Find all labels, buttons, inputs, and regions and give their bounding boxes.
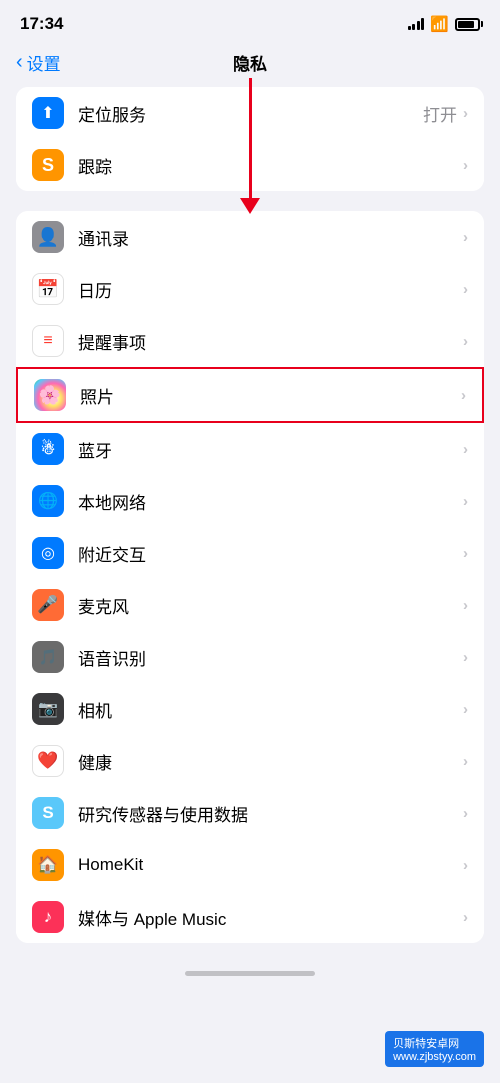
research-row[interactable]: S 研究传感器与使用数据 ›	[16, 787, 484, 839]
location-services-value: 打开	[423, 101, 457, 126]
calendar-icon: 📅	[32, 273, 64, 305]
local-network-icon: 🌐	[32, 485, 64, 517]
tracking-label: 跟踪	[78, 153, 463, 178]
local-network-label: 本地网络	[78, 489, 463, 514]
watermark-url: www.zjbstyy.com	[393, 1051, 476, 1063]
chevron-icon: ›	[463, 649, 468, 666]
microphone-row[interactable]: 🎤 麦克风 ›	[16, 579, 484, 631]
speech-recognition-row[interactable]: 🎵 语音识别 ›	[16, 631, 484, 683]
nearby-interaction-row[interactable]: ◎ 附近交互 ›	[16, 527, 484, 579]
data-access-group: 👤 通讯录 › 📅 日历 › ≡ 提醒事项 › 🌸 照片 › ☃ 蓝牙 › �	[16, 211, 484, 943]
tracking-row[interactable]: S 跟踪 ›	[16, 139, 484, 191]
calendar-label: 日历	[78, 277, 463, 302]
health-icon: ❤️	[32, 745, 64, 777]
chevron-icon: ›	[463, 701, 468, 718]
speech-recognition-label: 语音识别	[78, 645, 463, 670]
home-indicator	[0, 963, 500, 980]
photos-label: 照片	[80, 383, 461, 408]
media-music-label: 媒体与 Apple Music	[78, 905, 463, 930]
contacts-label: 通讯录	[78, 225, 463, 250]
homekit-label: HomeKit	[78, 855, 463, 875]
health-row[interactable]: ❤️ 健康 ›	[16, 735, 484, 787]
location-services-label: 定位服务	[78, 101, 423, 126]
research-label: 研究传感器与使用数据	[78, 801, 463, 826]
speech-recognition-icon: 🎵	[32, 641, 64, 673]
bluetooth-label: 蓝牙	[78, 437, 463, 462]
nav-bar: ‹ 设置 隐私	[0, 42, 500, 87]
media-music-row[interactable]: ♪ 媒体与 Apple Music ›	[16, 891, 484, 943]
calendar-row[interactable]: 📅 日历 ›	[16, 263, 484, 315]
reminders-row[interactable]: ≡ 提醒事项 ›	[16, 315, 484, 367]
camera-row[interactable]: 📷 相机 ›	[16, 683, 484, 735]
nearby-interaction-label: 附近交互	[78, 541, 463, 566]
chevron-icon: ›	[463, 753, 468, 770]
nearby-interaction-icon: ◎	[32, 537, 64, 569]
status-time: 17:34	[20, 14, 63, 34]
status-icons: 📶	[408, 15, 480, 33]
health-label: 健康	[78, 749, 463, 774]
camera-icon: 📷	[32, 693, 64, 725]
location-services-row[interactable]: ⬆ 定位服务 打开 ›	[16, 87, 484, 139]
chevron-icon: ›	[463, 805, 468, 822]
reminders-label: 提醒事项	[78, 329, 463, 354]
chevron-icon: ›	[463, 857, 468, 874]
reminders-icon: ≡	[32, 325, 64, 357]
chevron-icon: ›	[461, 387, 466, 404]
chevron-icon: ›	[463, 545, 468, 562]
local-network-row[interactable]: 🌐 本地网络 ›	[16, 475, 484, 527]
chevron-icon: ›	[463, 333, 468, 350]
signal-icon	[408, 18, 425, 30]
chevron-icon: ›	[463, 105, 468, 122]
contacts-icon: 👤	[32, 221, 64, 253]
wifi-icon: 📶	[430, 15, 449, 33]
bluetooth-row[interactable]: ☃ 蓝牙 ›	[16, 423, 484, 475]
research-icon: S	[32, 797, 64, 829]
contacts-row[interactable]: 👤 通讯录 ›	[16, 211, 484, 263]
location-services-icon: ⬆	[32, 97, 64, 129]
photos-row[interactable]: 🌸 照片 ›	[16, 367, 484, 423]
homekit-row[interactable]: 🏠 HomeKit ›	[16, 839, 484, 891]
chevron-icon: ›	[463, 157, 468, 174]
chevron-icon: ›	[463, 281, 468, 298]
microphone-icon: 🎤	[32, 589, 64, 621]
chevron-icon: ›	[463, 229, 468, 246]
tracking-icon: S	[32, 149, 64, 181]
chevron-icon: ›	[463, 441, 468, 458]
microphone-label: 麦克风	[78, 593, 463, 618]
battery-icon	[455, 18, 480, 31]
back-chevron-icon: ‹	[16, 51, 23, 74]
watermark: 贝斯特安卓网 www.zjbstyy.com	[385, 1031, 484, 1067]
back-label: 设置	[27, 50, 61, 75]
watermark-text: 贝斯特安卓网	[393, 1038, 459, 1050]
chevron-icon: ›	[463, 493, 468, 510]
chevron-icon: ›	[463, 909, 468, 926]
media-music-icon: ♪	[32, 901, 64, 933]
back-button[interactable]: ‹ 设置	[16, 50, 61, 75]
page-title: 隐私	[233, 50, 267, 75]
chevron-icon: ›	[463, 597, 468, 614]
location-tracking-group: ⬆ 定位服务 打开 › S 跟踪 ›	[16, 87, 484, 191]
bluetooth-icon: ☃	[32, 433, 64, 465]
homekit-icon: 🏠	[32, 849, 64, 881]
photos-icon: 🌸	[34, 379, 66, 411]
camera-label: 相机	[78, 697, 463, 722]
status-bar: 17:34 📶	[0, 0, 500, 42]
